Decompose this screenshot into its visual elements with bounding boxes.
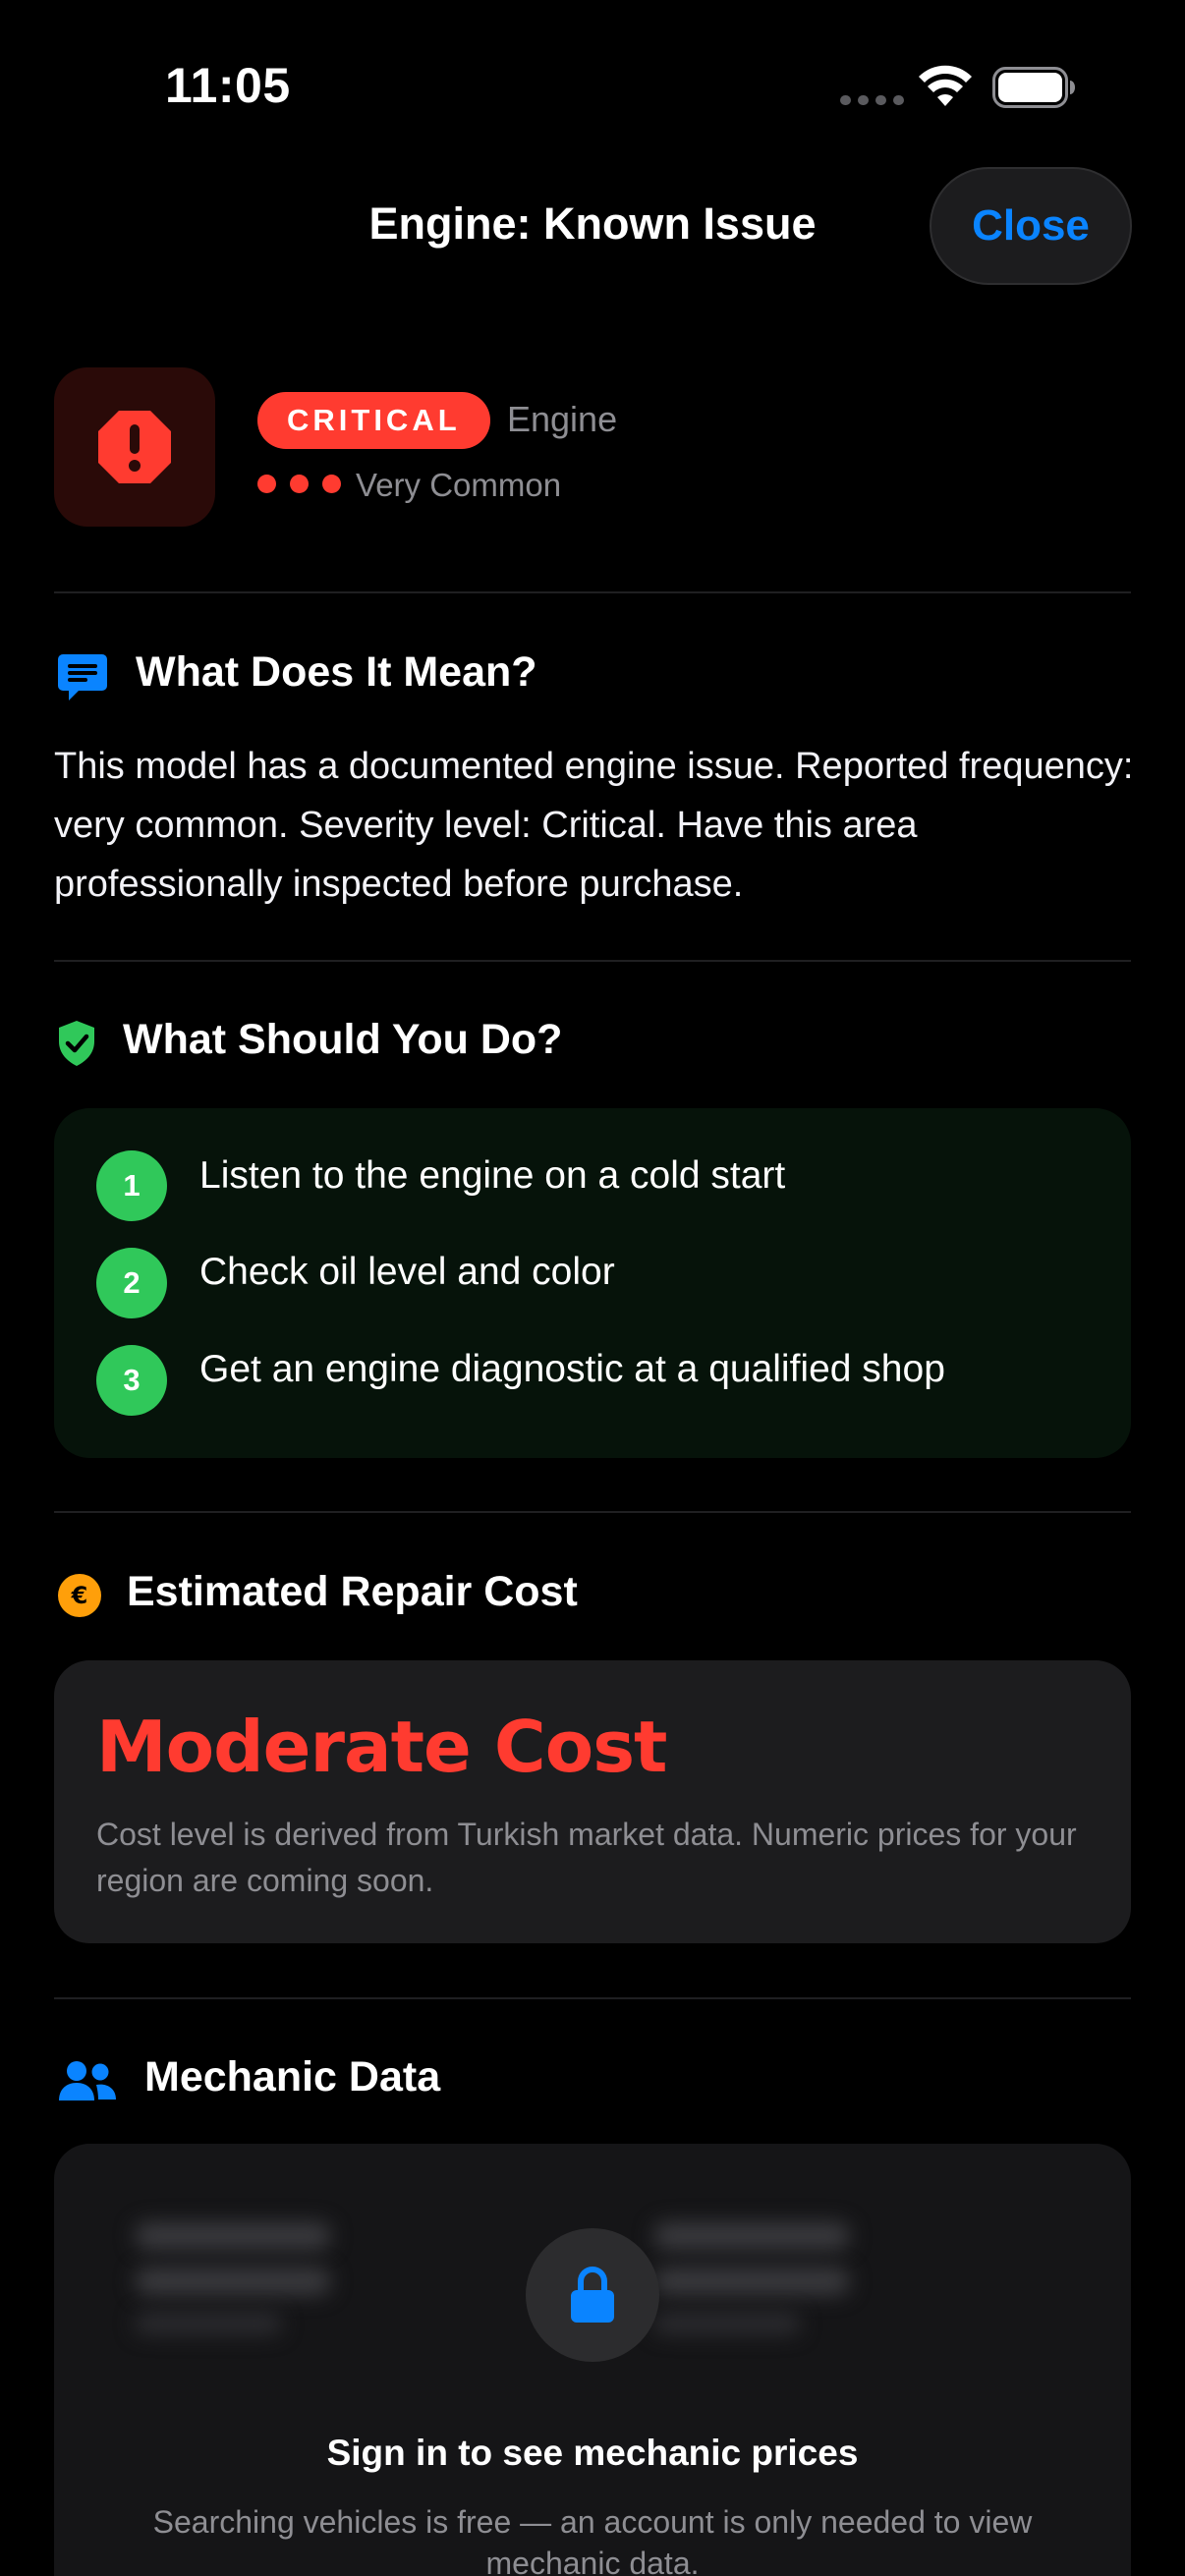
blurred-placeholder [135, 2222, 331, 2250]
blurred-placeholder [653, 2268, 850, 2295]
warning-octagon-icon [98, 411, 171, 483]
lock-badge [526, 2228, 659, 2362]
signin-prompt-note: Searching vehicles is free — an account … [152, 2504, 1033, 2576]
issue-category: Engine [507, 399, 618, 439]
divider [54, 1997, 1131, 1999]
signin-prompt-title[interactable]: Sign in to see mechanic prices [0, 2433, 1185, 2474]
blurred-placeholder [135, 2313, 282, 2334]
issue-icon-tile [54, 367, 215, 527]
lock-icon [571, 2267, 614, 2323]
step-text: Check oil level and color [199, 1251, 615, 1293]
svg-text:€: € [71, 1582, 88, 1609]
people-icon [59, 2061, 116, 2100]
frequency-indicator [257, 475, 341, 493]
meaning-section-title: What Does It Mean? [136, 648, 537, 696]
blurred-placeholder [135, 2268, 331, 2295]
frequency-label: Very Common [356, 467, 562, 503]
close-button[interactable]: Close [930, 167, 1132, 285]
step-text: Listen to the engine on a cold start [199, 1154, 786, 1197]
divider [54, 960, 1131, 962]
status-time: 11:05 [165, 58, 291, 113]
step-number: 3 [96, 1345, 167, 1416]
blurred-placeholder [653, 2222, 850, 2250]
mechanic-section-title: Mechanic Data [144, 2053, 441, 2100]
step-number: 1 [96, 1150, 167, 1221]
message-icon [58, 654, 107, 700]
divider [54, 591, 1131, 593]
cost-section-title: Estimated Repair Cost [127, 1568, 578, 1615]
cellular-signal-icon [840, 95, 904, 105]
blurred-placeholder [653, 2313, 801, 2334]
shield-check-icon [59, 1021, 94, 1066]
cost-level: Moderate Cost [96, 1706, 667, 1788]
wifi-icon [919, 65, 972, 106]
step-text: Get an engine diagnostic at a qualified … [199, 1348, 945, 1390]
battery-icon [992, 67, 1075, 108]
step-number: 2 [96, 1248, 167, 1318]
euro-icon: € [58, 1574, 101, 1617]
severity-badge: CRITICAL [257, 392, 490, 449]
divider [54, 1511, 1131, 1513]
cost-note: Cost level is derived from Turkish marke… [96, 1817, 1077, 1898]
meaning-description: This model has a documented engine issue… [54, 746, 1134, 905]
actions-section-title: What Should You Do? [123, 1016, 563, 1063]
